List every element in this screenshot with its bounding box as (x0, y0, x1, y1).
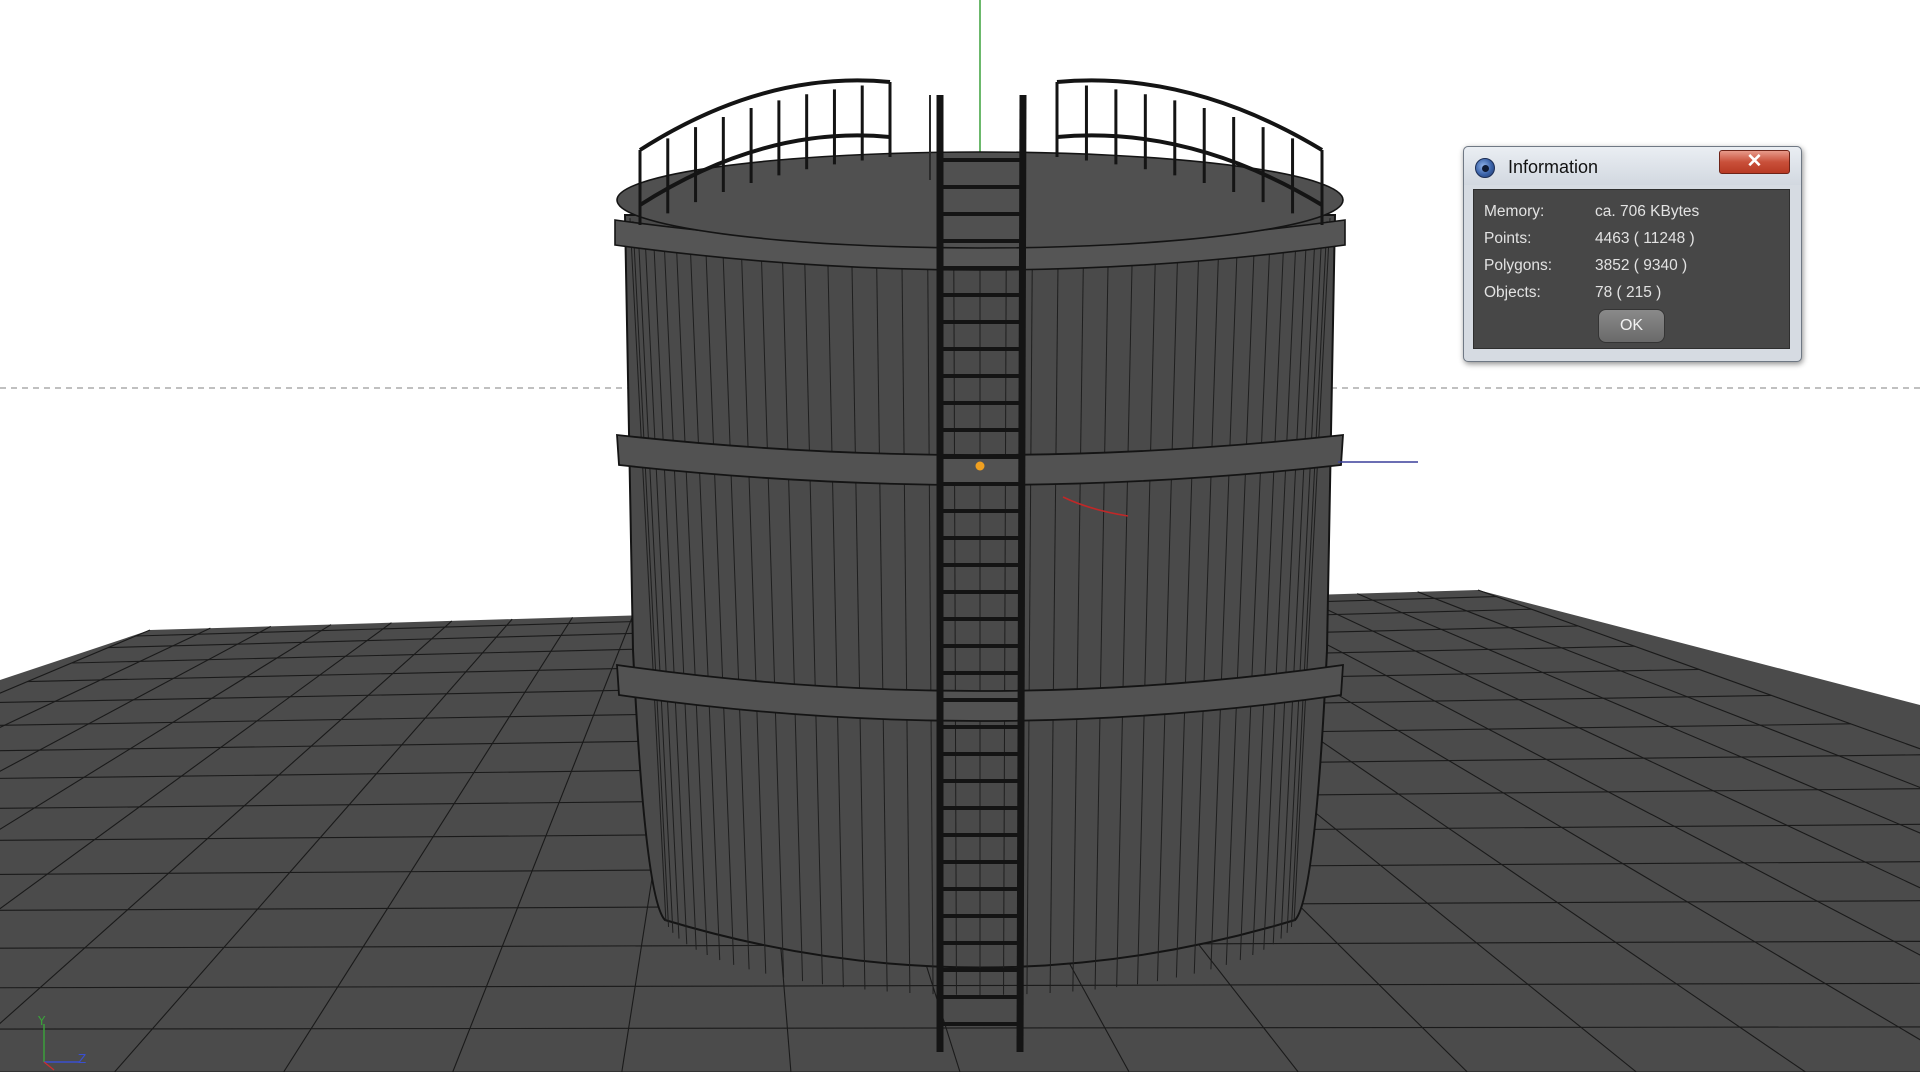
objects-label: Objects: (1484, 284, 1541, 301)
polygons-value: 3852 ( 9340 ) (1595, 257, 1688, 274)
railing-rail (638, 78, 891, 152)
info-row-objects: Objects: 78 ( 215 ) (1474, 284, 1789, 306)
info-row-memory: Memory: ca. 706 KBytes (1474, 203, 1789, 225)
dialog-titlebar[interactable]: Information ✕ (1464, 147, 1801, 185)
dialog-title: Information (1508, 157, 1599, 177)
memory-value: ca. 706 KBytes (1595, 203, 1700, 220)
information-dialog: Information ✕ Memory: ca. 706 KBytes Poi… (1463, 146, 1802, 362)
cinema4d-logo-icon (1475, 158, 1495, 178)
info-row-polygons: Polygons: 3852 ( 9340 ) (1474, 257, 1789, 279)
ok-button[interactable]: OK (1598, 309, 1665, 343)
memory-label: Memory: (1484, 203, 1545, 220)
dialog-body: Memory: ca. 706 KBytes Points: 4463 ( 11… (1473, 189, 1790, 349)
axis-gizmo: Y Z (36, 1010, 96, 1072)
points-label: Points: (1484, 230, 1532, 247)
storage-tank (614, 151, 1346, 995)
axis-y-label: Y (38, 1014, 46, 1028)
axis-z-label: Z (78, 1052, 87, 1066)
objects-value: 78 ( 215 ) (1595, 284, 1662, 301)
polygons-label: Polygons: (1484, 257, 1553, 274)
close-icon: ✕ (1746, 151, 1763, 172)
points-value: 4463 ( 11248 ) (1595, 230, 1695, 247)
close-button[interactable]: ✕ (1719, 150, 1790, 174)
ladder-rail-right (1016, 94, 1027, 1053)
railing-rail (1056, 78, 1324, 152)
info-row-points: Points: 4463 ( 11248 ) (1474, 230, 1789, 252)
object-center-point (975, 461, 985, 471)
